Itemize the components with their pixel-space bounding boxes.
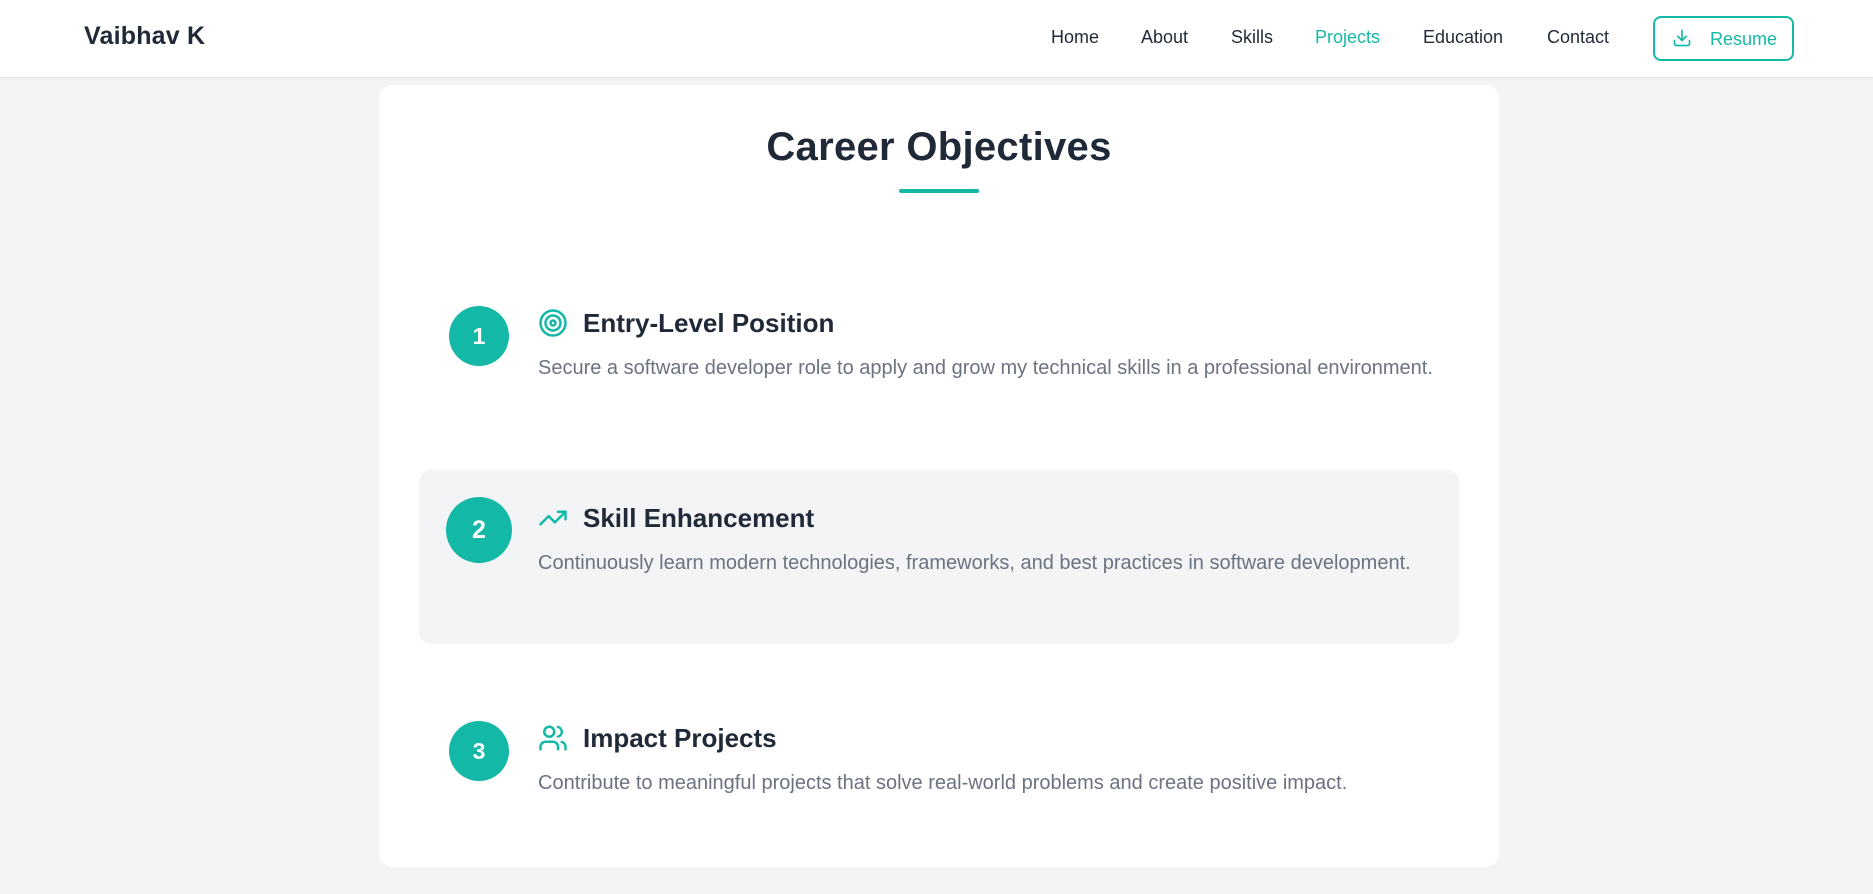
nav-education[interactable]: Education	[1423, 27, 1503, 48]
objective-item-highlighted: 2 Skill Enhancement Continuously learn m…	[419, 470, 1459, 644]
target-icon	[538, 308, 568, 338]
navbar: Vaibhav K Home About Skills Projects Edu…	[0, 0, 1873, 78]
objective-item: 3 Impact Projects Contribute to meaningf…	[419, 690, 1459, 864]
nav-about[interactable]: About	[1141, 27, 1188, 48]
section-title: Career Objectives	[766, 125, 1112, 169]
objective-item: 1 Entry-Level Position Secure a software…	[419, 275, 1459, 449]
objective-description: Continuously learn modern technologies, …	[538, 552, 1411, 574]
objective-title: Skill Enhancement	[583, 503, 815, 533]
objective-number-badge: 2	[446, 497, 512, 563]
nav-home[interactable]: Home	[1051, 27, 1099, 48]
title-underline	[899, 189, 979, 193]
resume-button[interactable]: Resume	[1653, 16, 1794, 61]
objective-title: Entry-Level Position	[583, 308, 835, 338]
objective-number-badge: 3	[449, 721, 509, 781]
brand-logo[interactable]: Vaibhav K	[84, 22, 205, 51]
nav-skills[interactable]: Skills	[1231, 27, 1273, 48]
trending-up-icon	[538, 503, 568, 533]
download-icon	[1672, 28, 1692, 48]
nav-contact[interactable]: Contact	[1547, 27, 1609, 48]
nav-projects[interactable]: Projects	[1315, 27, 1380, 48]
resume-label: Resume	[1710, 29, 1778, 49]
objective-description: Contribute to meaningful projects that s…	[538, 772, 1348, 794]
career-objectives-card: Career Objectives 1 Entry-Level Position…	[379, 85, 1499, 867]
users-icon	[538, 723, 568, 753]
objective-number-badge: 1	[449, 306, 509, 366]
objective-title: Impact Projects	[583, 723, 777, 753]
objective-description: Secure a software developer role to appl…	[538, 357, 1433, 379]
